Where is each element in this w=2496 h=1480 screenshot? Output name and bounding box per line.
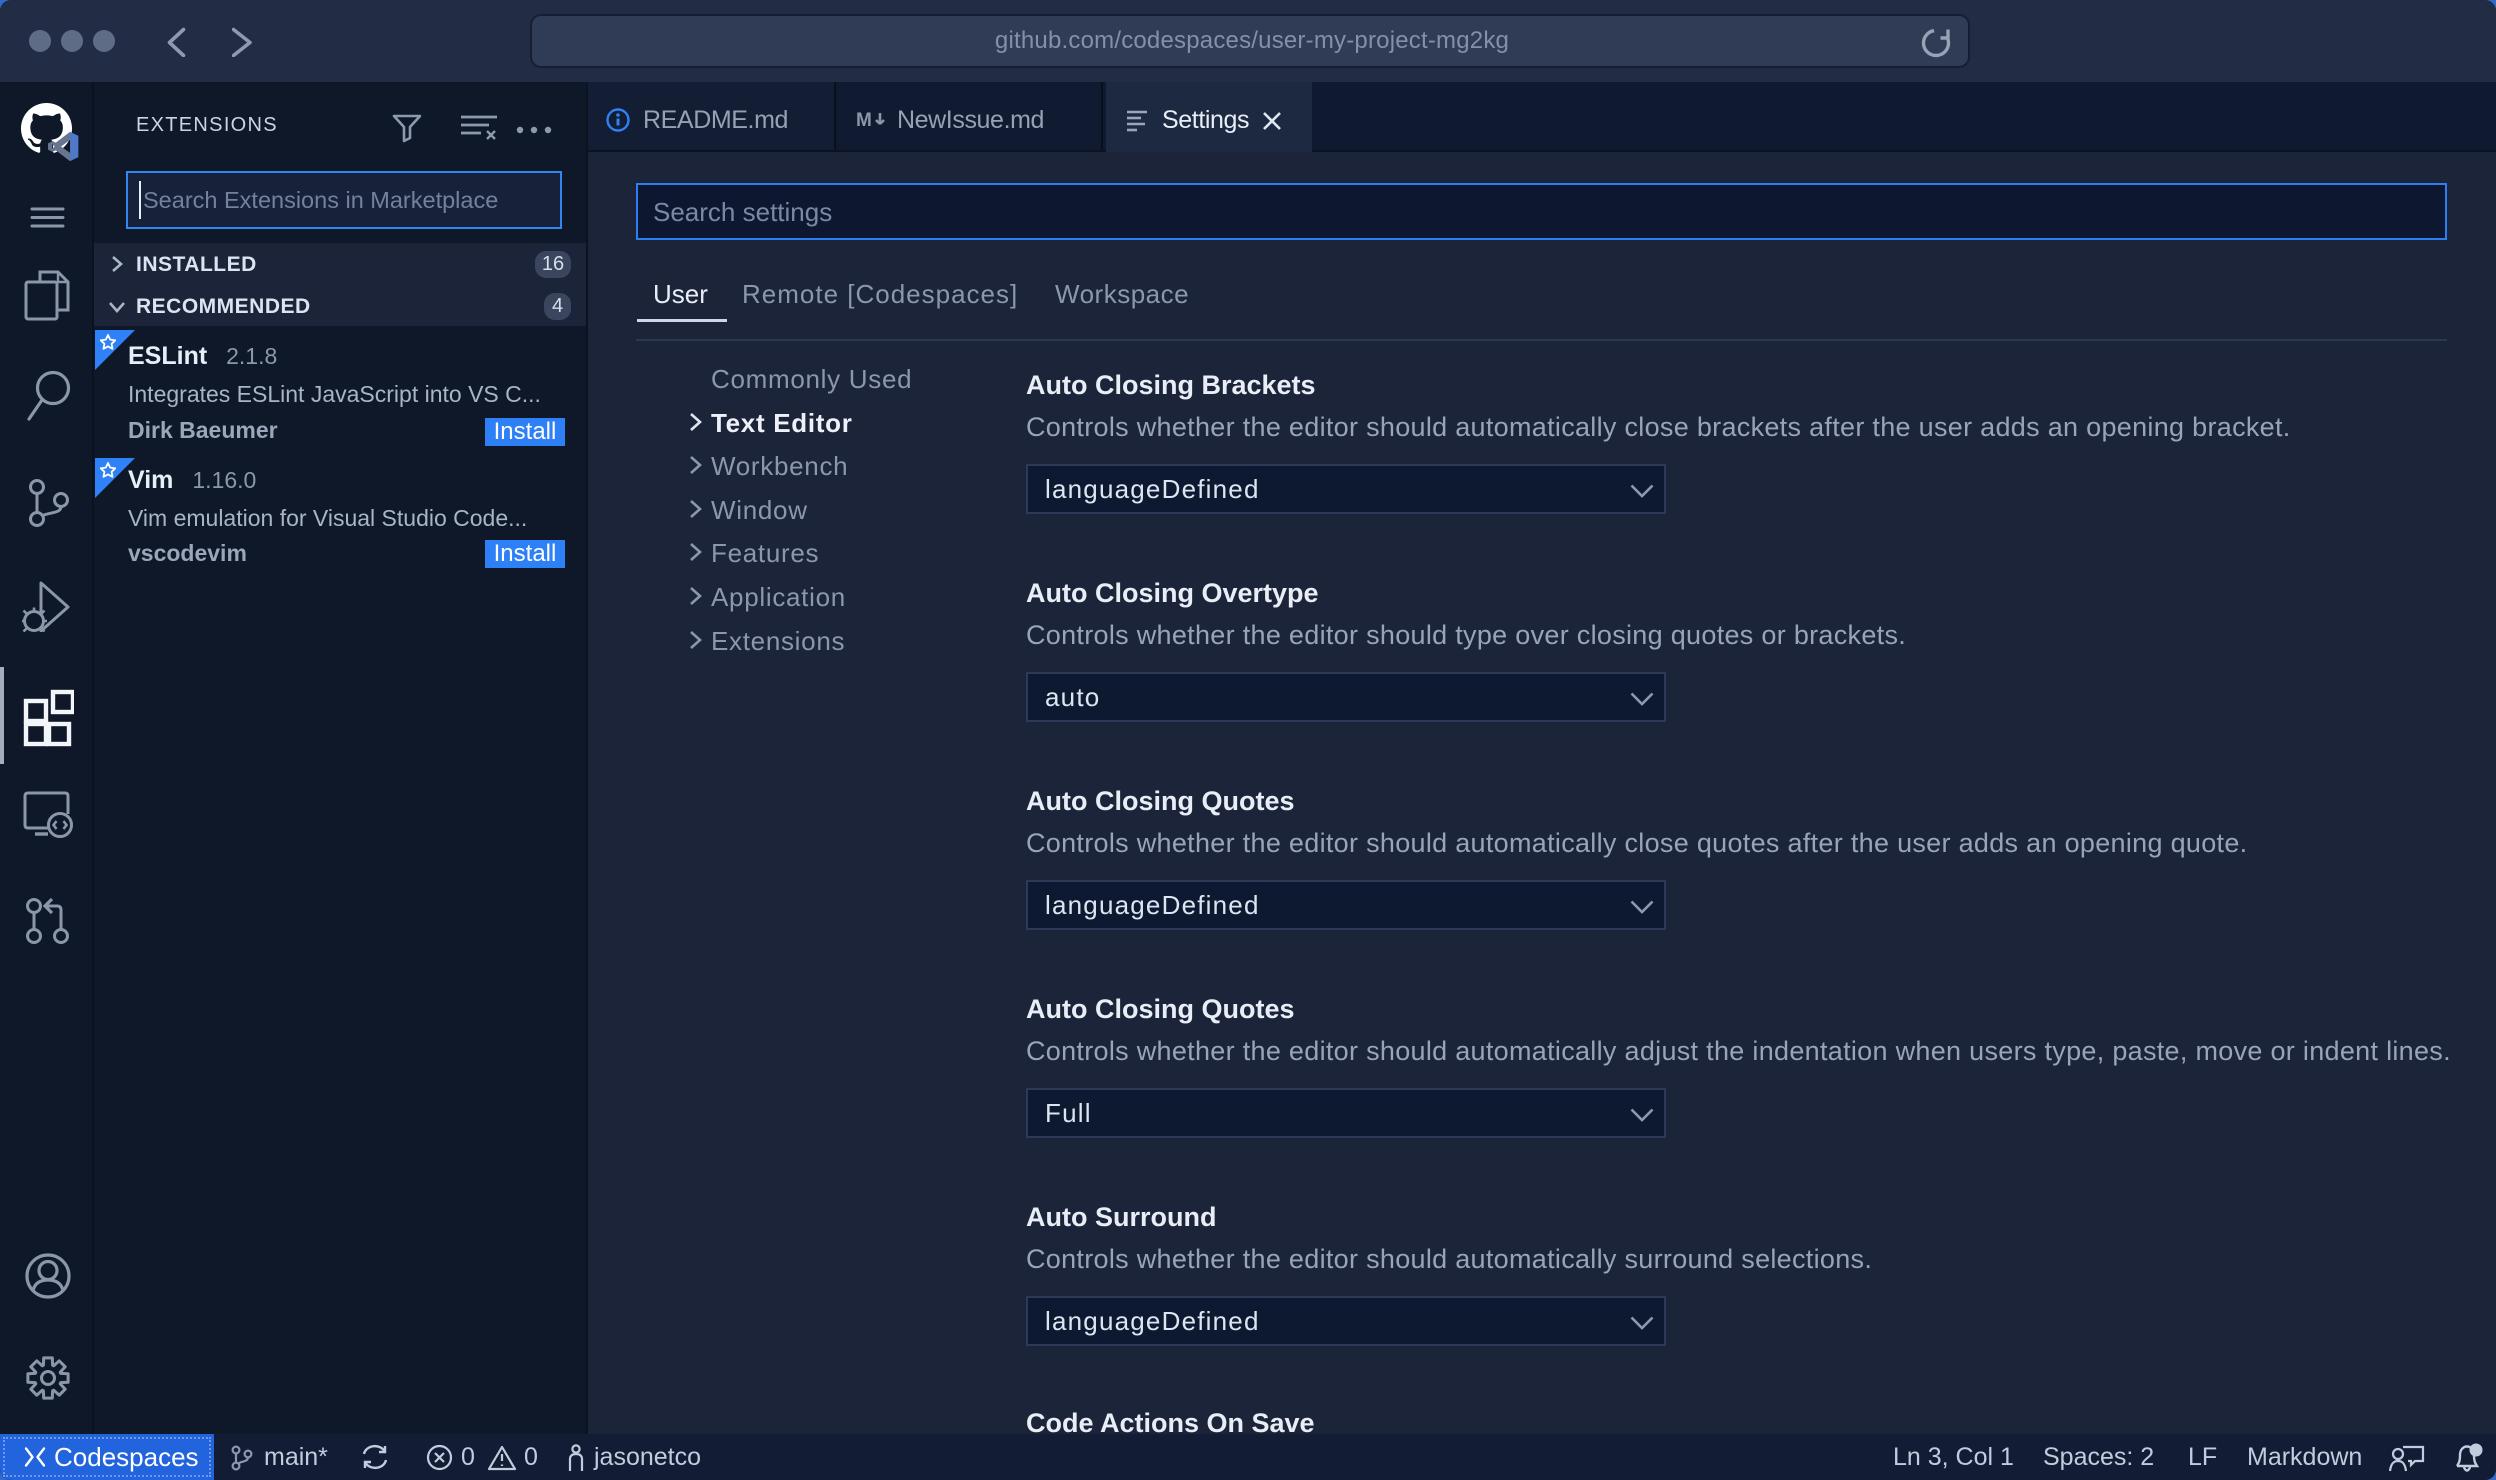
svg-text:M: M xyxy=(856,110,872,131)
